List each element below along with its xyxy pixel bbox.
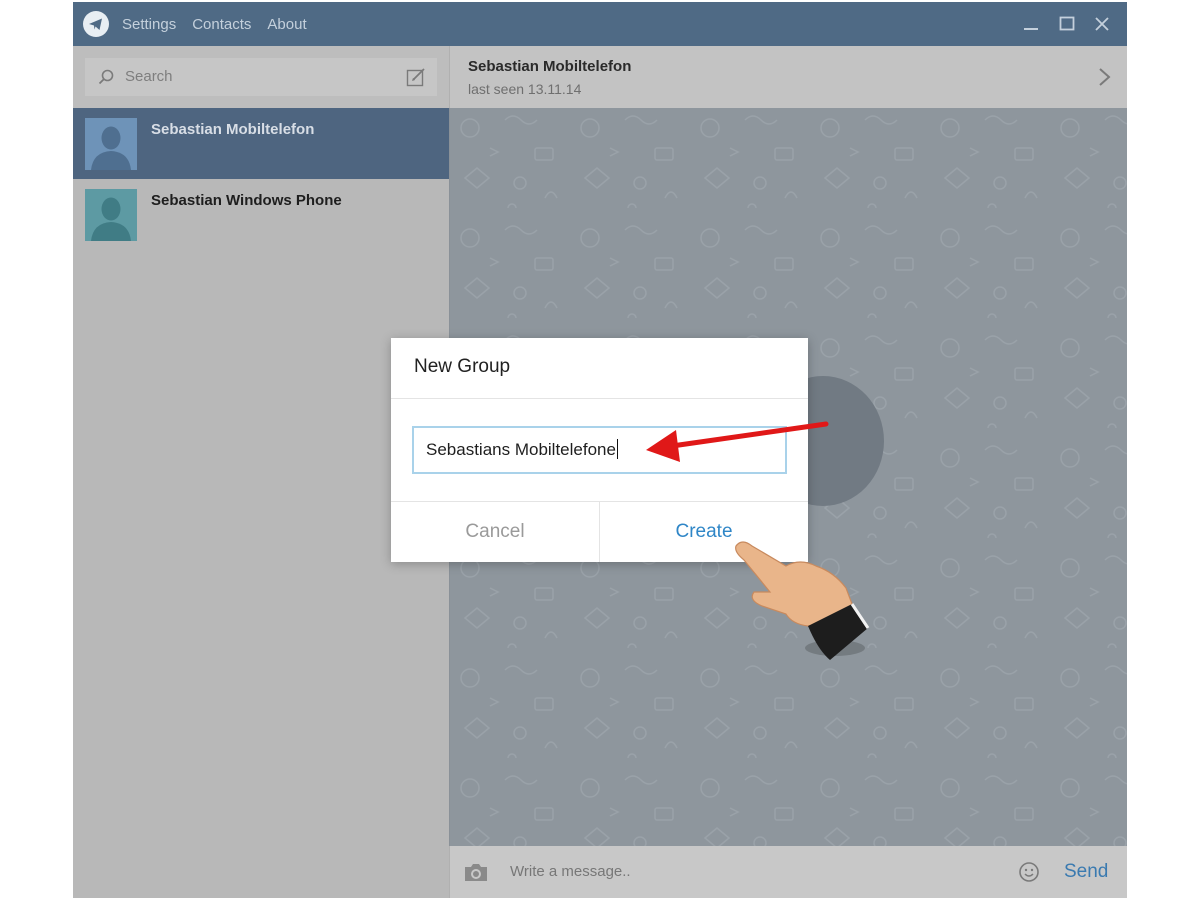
avatar — [85, 189, 137, 241]
message-composer: Write a message.. Send — [449, 846, 1127, 898]
chevron-right-icon[interactable] — [1097, 66, 1113, 88]
dialog-buttons: Cancel Create — [391, 502, 808, 562]
menu-contacts[interactable]: Contacts — [192, 16, 251, 33]
minimize-icon[interactable] — [1018, 11, 1044, 37]
dialog-divider — [391, 398, 808, 399]
camera-icon[interactable] — [462, 860, 490, 884]
telegram-plane-icon[interactable] — [83, 11, 109, 37]
maximize-icon[interactable] — [1054, 11, 1080, 37]
search-placeholder: Search — [125, 68, 173, 85]
group-name-input[interactable]: Sebastians Mobiltelefone — [412, 426, 787, 474]
chat-title: Sebastian Mobiltelefon — [468, 58, 632, 75]
menu-about[interactable]: About — [267, 16, 306, 33]
send-button[interactable]: Send — [1064, 846, 1108, 898]
search-input[interactable]: Search — [85, 58, 437, 96]
message-input[interactable]: Write a message.. — [510, 846, 631, 898]
last-seen-status: last seen 13.11.14 — [468, 81, 582, 97]
cancel-button[interactable]: Cancel — [391, 502, 599, 562]
chat-header[interactable]: Sebastian Mobiltelefon last seen 13.11.1… — [449, 46, 1127, 108]
create-button[interactable]: Create — [600, 502, 808, 562]
group-name-value: Sebastians Mobiltelefone — [426, 439, 618, 459]
contact-name: Sebastian Mobiltelefon — [151, 121, 315, 138]
contact-item-sebastian-mobiltelefon[interactable]: Sebastian Mobiltelefon — [73, 108, 449, 179]
top-menu: Settings Contacts About — [122, 2, 323, 46]
avatar — [85, 118, 137, 170]
close-icon[interactable] — [1089, 11, 1115, 37]
title-bar: Settings Contacts About — [73, 2, 1127, 46]
menu-settings[interactable]: Settings — [122, 16, 176, 33]
text-caret — [616, 439, 618, 459]
new-group-dialog: New Group Sebastians Mobiltelefone Cance… — [391, 338, 808, 562]
contact-name: Sebastian Windows Phone — [151, 192, 342, 209]
contact-item-sebastian-windows-phone[interactable]: Sebastian Windows Phone — [73, 179, 449, 250]
search-icon — [98, 69, 114, 85]
compose-icon[interactable] — [405, 66, 427, 88]
search-bar: Search — [73, 46, 449, 108]
emoji-icon[interactable] — [1018, 861, 1040, 883]
dialog-title: New Group — [414, 356, 511, 377]
